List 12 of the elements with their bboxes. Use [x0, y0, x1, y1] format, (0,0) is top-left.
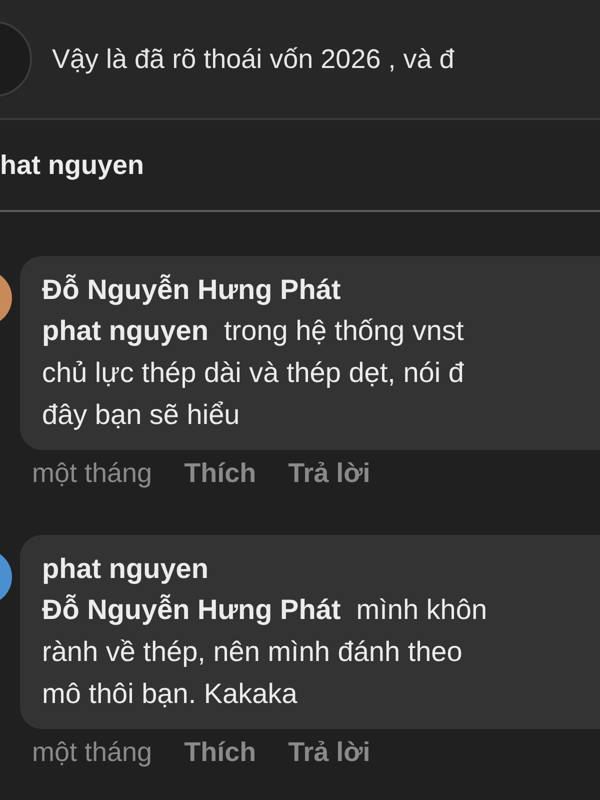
like-link[interactable]: Thích — [184, 737, 256, 768]
comment-text: Đỗ Nguyễn Hưng Phát mình khôn rành về thép, nên mình đánh theo mô thôi bạn. Kakaka — [42, 593, 488, 711]
reply-header-name: hat nguyen — [0, 150, 144, 180]
reply-link[interactable]: Trả lời — [288, 458, 370, 489]
comment-time: một tháng — [32, 737, 152, 768]
comment-text: phat nguyen trong hệ thống vnst chủ lực thép dài và thép dẹt, nói đ đây bạn sẽ hiểu — [42, 314, 465, 432]
comment-author[interactable]: phat nguyen — [42, 549, 600, 589]
like-link[interactable]: Thích — [184, 458, 256, 489]
comment-time: một tháng — [32, 458, 152, 489]
reply-link[interactable]: Trả lời — [288, 737, 370, 768]
post-preview-text: Vậy là đã rõ thoái vốn 2026 , và đ — [52, 44, 454, 74]
comment-author[interactable]: Đỗ Nguyễn Hưng Phát — [42, 270, 600, 310]
